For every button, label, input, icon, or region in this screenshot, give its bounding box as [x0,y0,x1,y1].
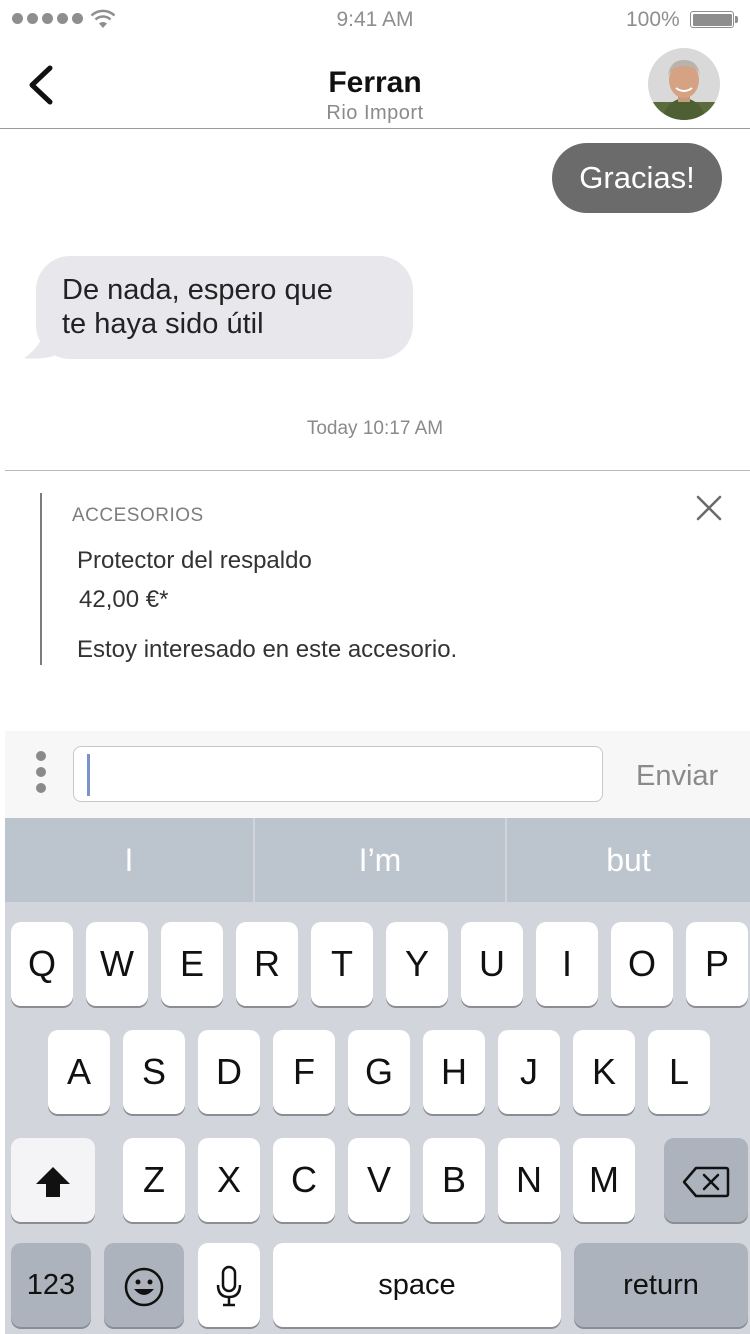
key-f[interactable]: F [273,1030,335,1114]
send-button[interactable]: Enviar [636,760,718,793]
key-t[interactable]: T [311,922,373,1006]
incoming-message-bubble: De nada, espero que te haya sido útil [36,256,413,359]
delete-key[interactable] [664,1138,748,1222]
shift-key[interactable] [11,1138,95,1222]
key-r[interactable]: R [236,922,298,1006]
accessory-price: 42,00 €* [79,586,169,613]
key-l[interactable]: L [648,1030,710,1114]
microphone-icon [216,1266,242,1307]
avatar[interactable] [648,48,720,120]
key-m[interactable]: M [573,1138,635,1222]
outgoing-message-bubble: Gracias! [552,143,722,213]
emoji-key[interactable] [104,1243,184,1327]
space-key[interactable]: space [273,1243,561,1327]
contact-company: Rio Import [326,102,424,124]
incoming-message-line: te haya sido útil [62,308,264,340]
key-u[interactable]: U [461,922,523,1006]
nav-divider [0,128,750,129]
key-y[interactable]: Y [386,922,448,1006]
key-w[interactable]: W [86,922,148,1006]
key-s[interactable]: S [123,1030,185,1114]
key-p[interactable]: P [686,922,748,1006]
close-icon[interactable] [694,493,724,523]
message-input[interactable] [73,746,603,802]
emoji-icon [124,1268,164,1307]
key-e[interactable]: E [161,922,223,1006]
shift-arrow-icon [36,1167,70,1198]
status-bar: 9:41 AM 100% [0,0,750,40]
section-divider [5,470,750,471]
accessory-message: Estoy interesado en este accesorio. [77,636,458,663]
key-a[interactable]: A [48,1030,110,1114]
accessory-name: Protector del respaldo [77,547,312,574]
quote-bar [40,493,42,665]
key-x[interactable]: X [198,1138,260,1222]
battery-percent: 100% [626,8,680,31]
key-k[interactable]: K [573,1030,635,1114]
key-i[interactable]: I [536,922,598,1006]
battery-icon [690,11,738,28]
microphone-key[interactable] [198,1243,260,1327]
return-key[interactable]: return [574,1243,748,1327]
contact-name: Ferran [328,66,422,99]
key-j[interactable]: J [498,1030,560,1114]
suggestion-item[interactable]: but [507,818,750,902]
key-q[interactable]: Q [11,922,73,1006]
vertical-dots-icon[interactable] [36,751,48,799]
key-c[interactable]: C [273,1138,335,1222]
message-timestamp: Today 10:17 AM [306,418,444,439]
key-o[interactable]: O [611,922,673,1006]
suggestion-item[interactable]: I [5,818,253,902]
key-z[interactable]: Z [123,1138,185,1222]
accessory-category: ACCESORIOS [72,505,204,526]
numbers-key[interactable]: 123 [11,1243,91,1327]
incoming-message-line: De nada, espero que [62,274,333,306]
key-b[interactable]: B [423,1138,485,1222]
key-g[interactable]: G [348,1030,410,1114]
key-n[interactable]: N [498,1138,560,1222]
key-v[interactable]: V [348,1138,410,1222]
suggestion-item[interactable]: I’m [255,818,505,902]
key-d[interactable]: D [198,1030,260,1114]
text-caret [87,754,90,796]
backspace-icon [682,1167,730,1198]
key-h[interactable]: H [423,1030,485,1114]
